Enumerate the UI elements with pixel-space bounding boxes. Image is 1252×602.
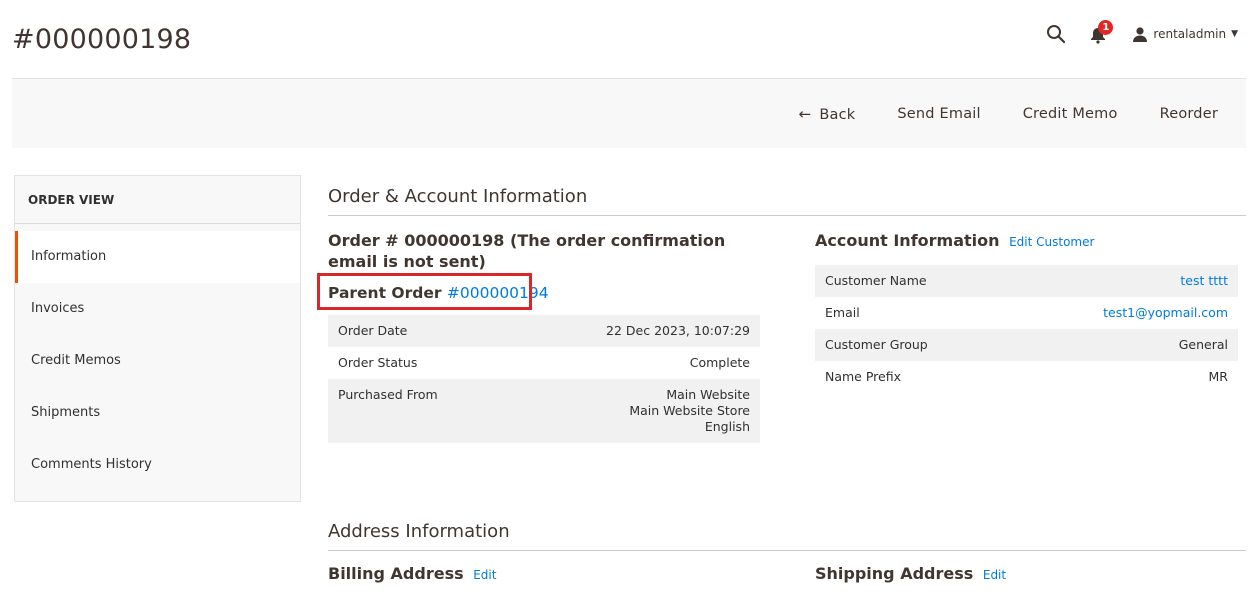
edit-billing-address-link[interactable]: Edit <box>473 568 496 582</box>
table-row: Name Prefix MR <box>815 361 1238 393</box>
sidebar-item-information[interactable]: Information <box>15 231 300 283</box>
notifications-button[interactable]: 1 <box>1089 20 1114 46</box>
purchased-from-view: English <box>704 419 750 434</box>
header-actions: 1 rentaladmin ▼ <box>1045 20 1238 46</box>
order-heading: Order # 000000198 (The order confirmatio… <box>328 231 726 271</box>
table-row: Purchased From Main Website Main Website… <box>328 379 760 443</box>
purchased-from-store: Main Website Store <box>629 403 750 418</box>
edit-shipping-address-link[interactable]: Edit <box>983 568 1006 582</box>
order-status-value: Complete <box>689 355 750 370</box>
user-menu[interactable]: rentaladmin ▼ <box>1133 26 1238 42</box>
notification-badge: 1 <box>1098 20 1114 35</box>
table-row: Email test1@yopmail.com <box>815 297 1238 329</box>
send-email-button[interactable]: Send Email <box>876 106 1001 122</box>
order-date-value: 22 Dec 2023, 10:07:29 <box>510 315 760 347</box>
purchased-from-value: Main Website Main Website Store English <box>510 379 760 443</box>
customer-name-link[interactable]: test tttt <box>1180 273 1228 288</box>
order-info-table: Order Date 22 Dec 2023, 10:07:29 Order S… <box>328 315 760 443</box>
sidebar-item-credit-memos[interactable]: Credit Memos <box>15 335 300 387</box>
sidebar-item-shipments[interactable]: Shipments <box>15 387 300 439</box>
username: rentaladmin <box>1153 27 1227 41</box>
credit-memo-button[interactable]: Credit Memo <box>1002 106 1139 122</box>
edit-customer-link[interactable]: Edit Customer <box>1009 235 1094 249</box>
search-icon[interactable] <box>1045 23 1067 45</box>
account-heading: Account Information Edit Customer <box>815 231 1095 250</box>
shipping-address-heading: Shipping Address Edit <box>815 564 1007 583</box>
user-icon <box>1133 26 1148 42</box>
account-information: Account Information Edit Customer Custom… <box>815 230 1238 393</box>
name-prefix-label: Name Prefix <box>825 369 901 384</box>
order-status-label: Order Status <box>338 355 418 370</box>
table-row: Order Date 22 Dec 2023, 10:07:29 <box>328 315 760 347</box>
sidebar-item-invoices[interactable]: Invoices <box>15 283 300 335</box>
email-link[interactable]: test1@yopmail.com <box>1103 305 1228 320</box>
parent-order: Parent Order #000000194 <box>317 273 760 310</box>
back-button[interactable]: ← Back <box>778 105 877 123</box>
customer-group-label: Customer Group <box>815 329 1009 361</box>
table-row: Customer Name test tttt <box>815 265 1238 297</box>
arrow-left-icon: ← <box>798 105 812 123</box>
account-info-table: Customer Name test tttt Email test1@yopm… <box>815 265 1238 393</box>
billing-address-heading: Billing Address Edit <box>328 564 497 583</box>
chevron-down-icon: ▼ <box>1231 29 1238 39</box>
page-title: #000000198 <box>12 24 192 55</box>
order-date-label: Order Date <box>328 315 511 347</box>
table-row: Customer Group General <box>815 329 1238 361</box>
name-prefix-value: MR <box>1208 369 1228 384</box>
page-actions-toolbar: ← Back Send Email Credit Memo Reorder <box>12 78 1246 148</box>
reorder-button[interactable]: Reorder <box>1139 106 1232 122</box>
customer-group-value: General <box>1009 329 1238 361</box>
email-label: Email <box>825 305 860 320</box>
order-view-sidebar: ORDER VIEW Information Invoices Credit M… <box>14 175 301 502</box>
customer-name-label: Customer Name <box>815 265 1009 297</box>
sidebar-item-comments-history[interactable]: Comments History <box>15 439 300 491</box>
order-account-section-title: Order & Account Information <box>328 186 1246 216</box>
address-section-title: Address Information <box>328 521 1246 551</box>
sidebar-title: ORDER VIEW <box>15 176 300 224</box>
highlight-box <box>317 273 532 310</box>
order-information: Order # 000000198 (The order confirmatio… <box>317 230 760 443</box>
purchased-from-label: Purchased From <box>328 379 511 443</box>
purchased-from-website: Main Website <box>666 387 750 402</box>
main-content: Order & Account Information Order # 0000… <box>317 186 1246 443</box>
table-row: Order Status Complete <box>328 347 760 379</box>
